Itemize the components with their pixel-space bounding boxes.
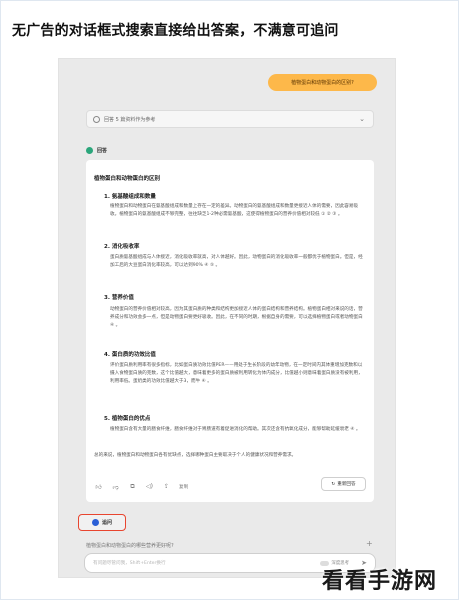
section-text-2: 蛋白质氨基酸组成与人体接近，消化吸收率就高，对人体越好。因此，动物蛋白的消化吸收… — [110, 255, 363, 268]
headline-caption: 无广告的对话框式搜索直接给出答案，不满意可追问 — [12, 23, 339, 39]
regenerate-button[interactable]: ↻ 重新回答 — [321, 477, 366, 491]
chevron-down-icon[interactable]: ⌄ — [359, 115, 365, 123]
followup-logo-icon — [91, 519, 99, 526]
section-heading-5: 5. 植物蛋白的优点 — [104, 416, 151, 422]
section-heading-1: 1. 氨基酸组成和数量 — [104, 194, 156, 200]
answer-card: 植物蛋白和动物蛋白的区别 1. 氨基酸组成和数量 植物蛋白和动物蛋白在氨基酸组成… — [86, 160, 374, 502]
answer-title: 植物蛋白和动物蛋白的区别 — [94, 176, 161, 182]
followup-button[interactable]: 追问 — [78, 514, 126, 531]
regenerate-label: 重新回答 — [337, 482, 356, 487]
copy-label[interactable]: 复制 — [179, 484, 188, 490]
reference-status-bar[interactable]: 回答 5 篇资料作为参考 ⌄ — [86, 110, 374, 128]
followup-label: 追问 — [101, 520, 112, 526]
thumbs-up-icon[interactable]: 👍︎ — [94, 482, 103, 491]
user-question-bubble: 植物蛋白和动物蛋白的区别? — [268, 74, 377, 91]
watermark-logo: 看看手游网 — [322, 569, 438, 594]
search-icon — [93, 115, 100, 123]
section-text-5: 植物蛋白含有大量的膳食纤维，膳食纤维对于胃肠道有着促进消化的帮助。其次还含有抗氧… — [110, 427, 361, 432]
chat-input-placeholder: 有问题尽管问我，Shift+Enter换行 — [93, 561, 166, 566]
section-heading-4: 4. 蛋白质的功效比值 — [104, 352, 156, 358]
section-heading-2: 2. 消化吸收率 — [104, 244, 140, 250]
answer-conclusion: 总的来说，植物蛋白和动物蛋白各有优缺点，选择哪种蛋白主要取决于个人的健康状况和营… — [94, 453, 297, 458]
thumbs-down-icon[interactable]: 👎︎ — [111, 482, 120, 491]
refresh-icon: ↻ — [331, 481, 336, 487]
answer-label-text: 回答 — [97, 148, 108, 154]
copy-icon[interactable]: ⧉ — [128, 482, 137, 491]
section-text-3: 动物蛋白的营养价值相对较高，因为其蛋白质的种类和结构更加接近人体的蛋白结构和营养… — [110, 307, 363, 328]
section-heading-3: 3. 营养价值 — [104, 295, 134, 301]
section-text-4: 评价蛋白质利用率有很多指标，比如蛋白质功效比值PER——用处于生长阶段的幼年动物… — [110, 363, 363, 384]
reference-status-text: 回答 5 篇资料作为参考 — [104, 116, 156, 123]
answer-label: 回答 — [86, 147, 107, 154]
answer-logo-icon — [86, 147, 93, 154]
speaker-icon[interactable]: ◁) — [145, 482, 154, 491]
section-text-1: 植物蛋白和动物蛋白在氨基酸组成和数量上存在一定的差异。动物蛋白的氨基酸组成和数量… — [110, 204, 359, 217]
followup-suggestion[interactable]: 植物蛋白和动物蛋白的哪些营养更好呢? — [86, 542, 174, 549]
share-icon[interactable]: ⇪ — [162, 482, 171, 491]
answer-toolbar: 👍︎ 👎︎ ⧉ ◁) ⇪ 复制 — [94, 482, 188, 491]
plus-icon[interactable]: + — [366, 539, 373, 548]
